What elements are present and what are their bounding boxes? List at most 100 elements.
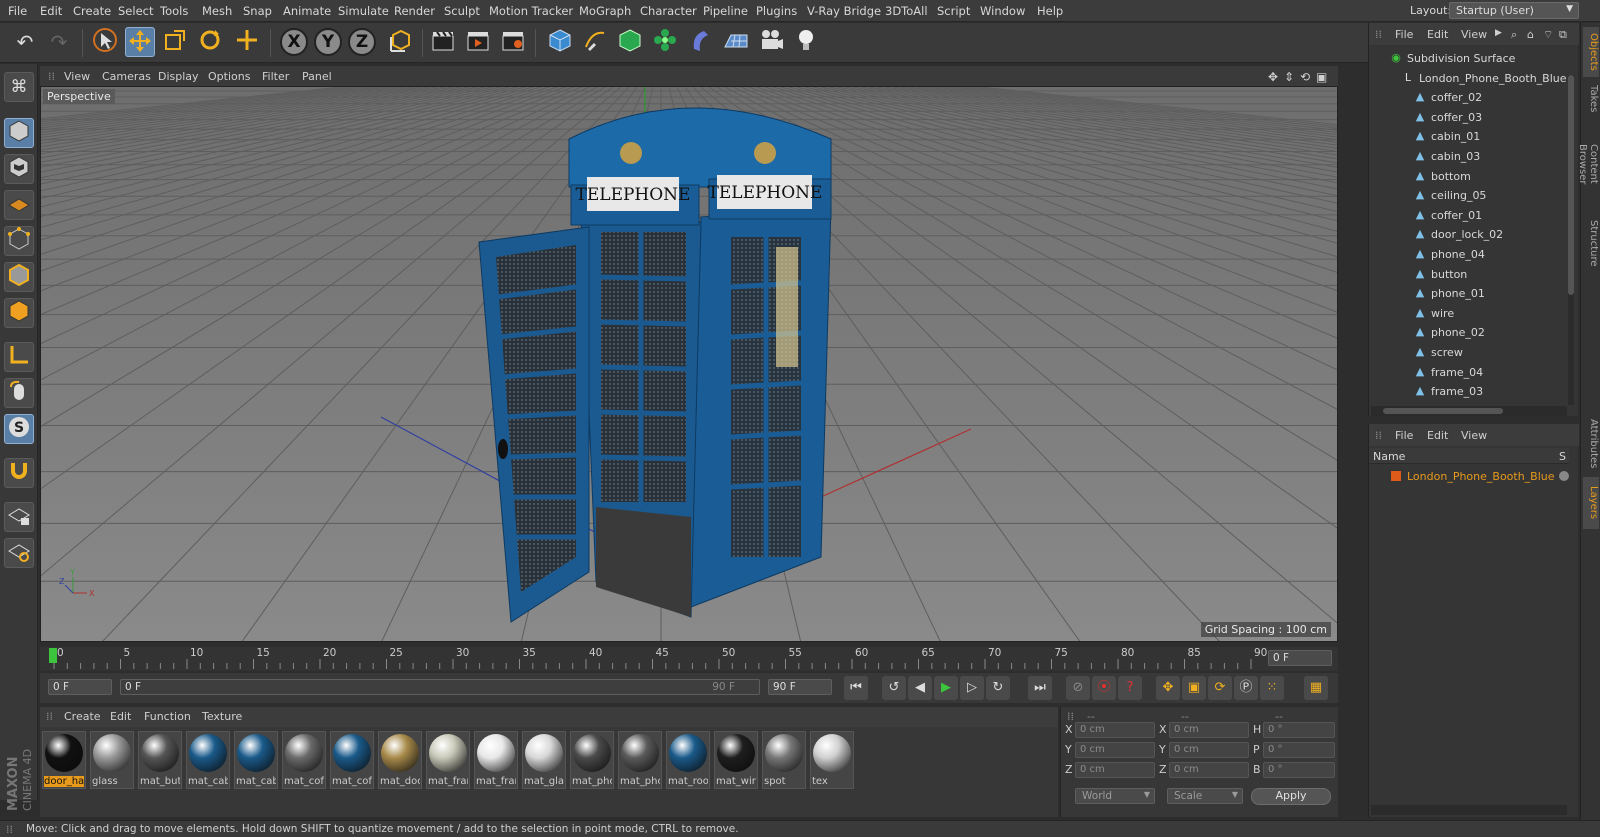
render-settings-icon[interactable] (498, 27, 528, 57)
next-frame-icon[interactable]: ▷ (960, 676, 984, 700)
snap-toggle-icon[interactable]: S (4, 414, 34, 444)
material-swatch[interactable]: glass (90, 731, 134, 789)
viewport-menu-panel[interactable]: Panel (302, 70, 332, 83)
material-menu-texture[interactable]: Texture (202, 710, 242, 723)
deformer-icon[interactable] (686, 27, 716, 57)
material-swatch[interactable]: mat_wir (714, 731, 758, 789)
position-field[interactable]: 0 cm (1075, 722, 1155, 738)
record-icon[interactable]: ⦿ (1092, 676, 1116, 700)
position-field[interactable]: 0 cm (1075, 742, 1155, 758)
move-tool-icon[interactable] (125, 27, 155, 57)
tab-layers[interactable]: Layers (1583, 477, 1599, 529)
object-tree-item[interactable]: ▲ phone_01 (1369, 284, 1561, 303)
object-tree-item[interactable]: ▲ frame_03 (1369, 382, 1561, 401)
object-tree-item[interactable]: ▲ wire (1369, 304, 1561, 323)
size-field[interactable]: 0 cm (1169, 722, 1249, 738)
next-key-icon[interactable]: ↻ (986, 676, 1010, 700)
cube-primitive-icon[interactable] (545, 27, 575, 57)
model-mode-icon[interactable] (4, 118, 34, 148)
workplane-icon[interactable] (4, 190, 34, 220)
layer-menu-edit[interactable]: Edit (1427, 429, 1448, 442)
menu-create[interactable]: Create (73, 4, 111, 18)
object-tree-item[interactable]: ▲ coffer_03 (1369, 108, 1561, 127)
object-tree-item[interactable]: ▲ cabin_01 (1369, 127, 1561, 146)
menu-tools[interactable]: Tools (160, 4, 188, 18)
material-swatch[interactable]: tex (810, 731, 854, 789)
object-menu-view[interactable]: View (1461, 28, 1487, 41)
play-icon[interactable]: ▶ (934, 676, 958, 700)
polygons-mode-icon[interactable] (4, 298, 34, 328)
auto-key-icon[interactable]: ? (1118, 676, 1142, 700)
object-tree-item[interactable]: ▲ door_lock_02 (1369, 225, 1561, 244)
make-editable-icon[interactable]: ⌘ (4, 72, 34, 102)
y-axis-lock-button[interactable]: Y (314, 28, 342, 56)
texture-mode-icon[interactable] (4, 154, 34, 184)
menu-mesh[interactable]: Mesh (202, 4, 232, 18)
menu-simulate[interactable]: Simulate (338, 4, 389, 18)
material-swatch[interactable]: mat_roo (666, 731, 710, 789)
menu-select[interactable]: Select (118, 4, 153, 18)
cloner-icon[interactable] (650, 27, 680, 57)
render-picture-viewer-icon[interactable] (463, 27, 493, 57)
z-axis-lock-button[interactable]: Z (348, 28, 376, 56)
object-tree-item[interactable]: ▲ phone_04 (1369, 245, 1561, 264)
home-icon[interactable]: ⌂ (1527, 28, 1534, 41)
filter-icon[interactable]: ⌔ (1543, 28, 1553, 42)
keyframe-icon[interactable]: ⊘ (1066, 676, 1090, 700)
timeline-ruler[interactable]: 0 5 10 15 20 25 30 35 40 45 50 55 60 65 70 75 80 85 90 0 F (40, 647, 1338, 671)
lock-workplane-icon[interactable] (4, 502, 34, 532)
viewport-menu-filter[interactable]: Filter (262, 70, 289, 83)
layer-menu-view[interactable]: View (1461, 429, 1487, 442)
object-tree-item[interactable]: ▲ bottom (1369, 167, 1561, 186)
current-frame-field[interactable]: 0 F (1268, 650, 1332, 666)
scale-mode-dropdown[interactable]: Scale ▼ (1167, 788, 1243, 804)
scrollbar-thumb[interactable] (1568, 75, 1574, 295)
viewport-move-icon[interactable]: ✥ (1268, 70, 1278, 84)
key-parameter-icon[interactable]: Ⓟ (1234, 676, 1258, 700)
coordinate-mode-dropdown[interactable]: World ▼ (1075, 788, 1155, 804)
layer-horizontal-scrollbar[interactable] (1371, 805, 1567, 815)
menu-animate[interactable]: Animate (283, 4, 331, 18)
layer-solo-dot[interactable] (1559, 471, 1569, 481)
axis-mode-icon[interactable] (4, 342, 34, 372)
edges-mode-icon[interactable] (4, 262, 34, 292)
object-tree-item[interactable]: ▲ frame_04 (1369, 363, 1561, 382)
viewport-camera-label[interactable]: Perspective (43, 89, 115, 104)
coordinate-system-icon[interactable] (385, 27, 415, 57)
x-axis-lock-button[interactable]: X (280, 28, 308, 56)
viewport-menu-cameras[interactable]: Cameras (102, 70, 151, 83)
material-swatch[interactable]: mat_pho (618, 731, 662, 789)
layer-menu-file[interactable]: File (1395, 429, 1413, 442)
object-list-horizontal-scrollbar[interactable] (1371, 406, 1567, 416)
scrollbar-thumb[interactable] (1383, 408, 1503, 414)
layout-dropdown[interactable]: Startup (User) ▼ (1449, 2, 1579, 19)
object-list-scrollbar[interactable] (1568, 75, 1574, 405)
object-menu-file[interactable]: File (1395, 28, 1413, 41)
live-select-icon[interactable] (232, 27, 262, 57)
undo-icon[interactable]: ↶ (10, 27, 40, 57)
object-tree-item[interactable]: ▲ ceiling_05 (1369, 186, 1561, 205)
rotation-field[interactable]: 0 ° (1263, 762, 1335, 778)
material-swatch[interactable]: mat_fran (426, 731, 470, 789)
material-swatch[interactable]: mat_gla (522, 731, 566, 789)
rotation-field[interactable]: 0 ° (1263, 742, 1335, 758)
subdivision-surface-icon[interactable] (615, 27, 645, 57)
viewport-rotate-icon[interactable]: ⟲ (1300, 70, 1310, 84)
material-swatch[interactable]: mat_cab (234, 731, 278, 789)
tab-content-browser[interactable]: Content Browser (1577, 119, 1599, 209)
viewport-maximize-icon[interactable]: ▣ (1316, 70, 1327, 84)
material-menu-function[interactable]: Function (144, 710, 191, 723)
previous-key-icon[interactable]: ↺ (882, 676, 906, 700)
menu-help[interactable]: Help (1037, 4, 1063, 18)
menu-3dtoall[interactable]: 3DToAll (885, 4, 928, 18)
layer-color-swatch[interactable] (1391, 471, 1401, 481)
viewport-menu-options[interactable]: Options (208, 70, 250, 83)
material-menu-edit[interactable]: Edit (110, 710, 131, 723)
object-tree-item[interactable]: ▲ screw (1369, 343, 1561, 362)
material-swatch[interactable]: mat_cof (330, 731, 374, 789)
object-menu-edit[interactable]: Edit (1427, 28, 1448, 41)
new-window-icon[interactable]: ⧉ (1559, 28, 1567, 42)
viewport-menu-display[interactable]: Display (158, 70, 199, 83)
magnet-icon[interactable] (4, 458, 34, 488)
timeline-window-icon[interactable]: ▦ (1304, 676, 1328, 700)
